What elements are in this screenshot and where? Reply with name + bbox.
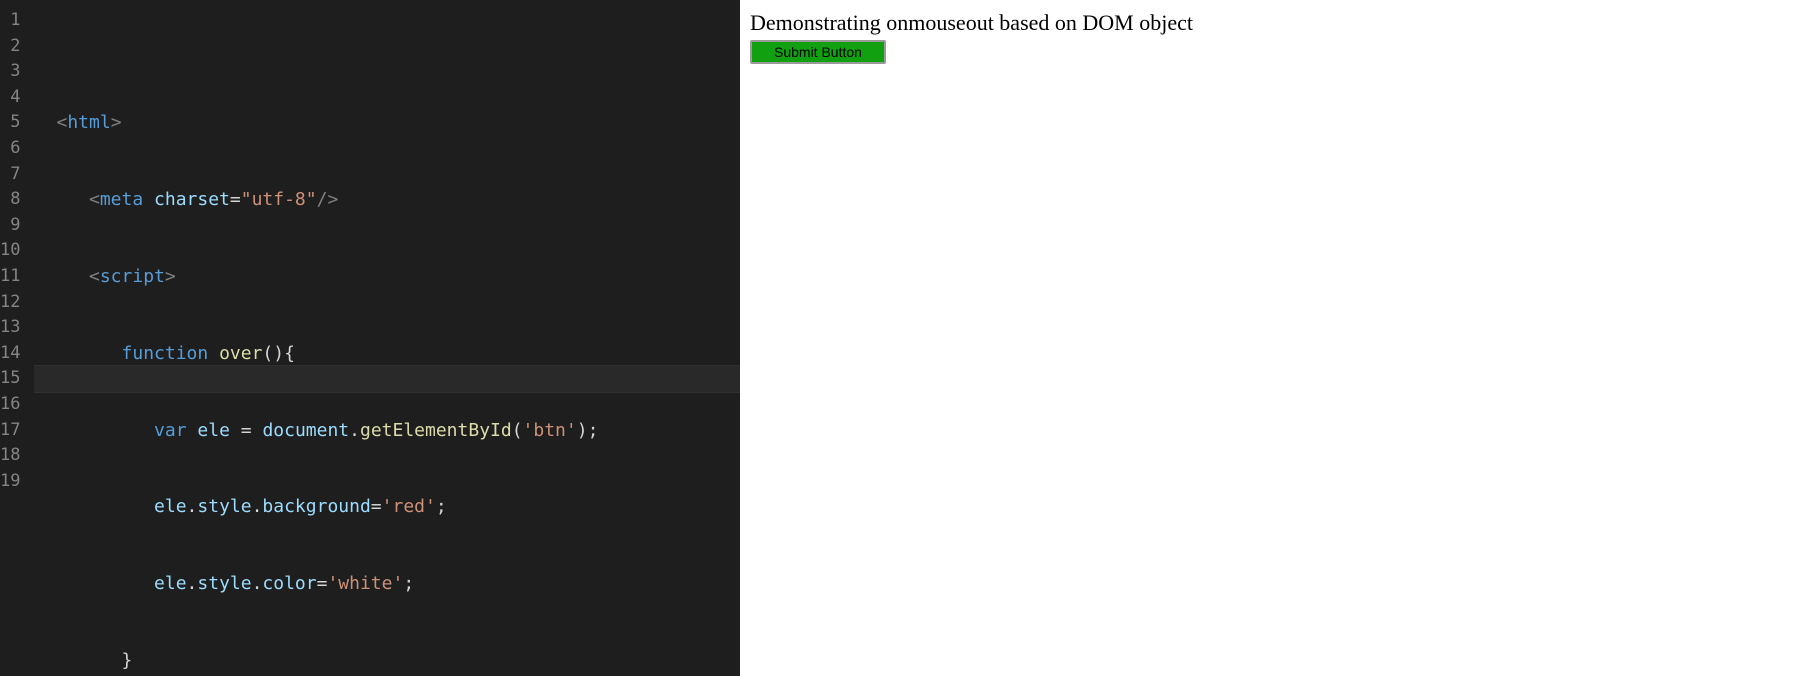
line-number: 8 (0, 187, 34, 213)
line-number: 16 (0, 392, 34, 418)
preview-heading: Demonstrating onmouseout based on DOM ob… (750, 10, 1790, 36)
line-number: 15 (0, 366, 34, 392)
code-line[interactable]: ele.style.color='white'; (34, 571, 740, 597)
line-number: 2 (0, 34, 34, 60)
line-number: 14 (0, 341, 34, 367)
line-number: 5 (0, 110, 34, 136)
submit-button[interactable]: Submit Button (750, 40, 886, 64)
line-number: 18 (0, 443, 34, 469)
line-number: 19 (0, 469, 34, 495)
line-number: 10 (0, 238, 34, 264)
code-line[interactable]: function over(){ (34, 341, 740, 367)
line-number: 4 (0, 85, 34, 111)
line-number: 9 (0, 213, 34, 239)
line-number: 11 (0, 264, 34, 290)
line-number: 3 (0, 59, 34, 85)
line-number: 17 (0, 418, 34, 444)
line-number: 7 (0, 162, 34, 188)
line-number: 6 (0, 136, 34, 162)
code-line[interactable]: <meta charset="utf-8"/> (34, 187, 740, 213)
code-editor[interactable]: 12345678910111213141516171819 <html> <me… (0, 0, 740, 676)
line-gutter: 12345678910111213141516171819 (0, 0, 34, 676)
code-area[interactable]: <html> <meta charset="utf-8"/> <script> … (34, 0, 740, 676)
code-line[interactable]: var ele = document.getElementById('btn')… (34, 418, 740, 444)
line-number: 1 (0, 8, 34, 34)
line-number: 13 (0, 315, 34, 341)
preview-pane: Demonstrating onmouseout based on DOM ob… (740, 0, 1800, 676)
code-line[interactable]: ele.style.background='red'; (34, 494, 740, 520)
code-line[interactable]: <html> (34, 110, 740, 136)
code-line[interactable]: <script> (34, 264, 740, 290)
code-line[interactable]: } (34, 648, 740, 674)
app-root: 12345678910111213141516171819 <html> <me… (0, 0, 1800, 676)
current-line-highlight (34, 365, 740, 393)
line-number: 12 (0, 290, 34, 316)
